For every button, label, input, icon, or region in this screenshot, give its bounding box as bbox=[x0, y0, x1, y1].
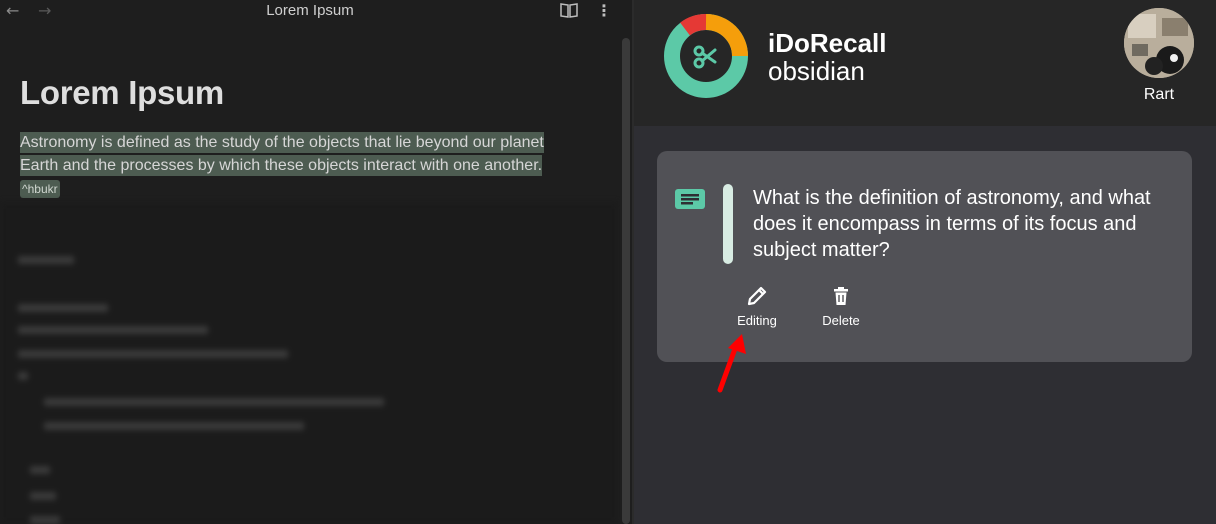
code-line bbox=[44, 422, 304, 430]
more-options-icon[interactable]: ⋮ bbox=[596, 1, 612, 20]
app-subtitle: obsidian bbox=[768, 56, 865, 86]
tab-title: Lorem Ipsum bbox=[266, 2, 354, 19]
edit-label: Editing bbox=[737, 313, 777, 328]
note-heading: Lorem Ipsum bbox=[20, 74, 224, 111]
edit-button[interactable]: Editing bbox=[717, 285, 797, 328]
code-line bbox=[30, 516, 60, 524]
code-line bbox=[18, 372, 28, 380]
delete-label: Delete bbox=[822, 313, 860, 328]
block-id-tag: ^hbukr bbox=[20, 180, 60, 198]
user-name: Rart bbox=[1143, 86, 1175, 103]
highlighted-text-line-2: Earth and the processes by which these o… bbox=[20, 155, 543, 176]
note-paragraph: Astronomy is defined as the study of the… bbox=[20, 131, 580, 200]
code-line bbox=[30, 492, 56, 500]
idorecall-pane: iDoRecall obsidian Rart What is the defi… bbox=[634, 0, 1216, 524]
plugin-header: iDoRecall obsidian Rart bbox=[634, 0, 1216, 126]
code-line bbox=[18, 326, 208, 334]
code-line bbox=[18, 256, 74, 264]
app-name: iDoRecall bbox=[768, 28, 887, 58]
highlighted-text-line-1: Astronomy is defined as the study of the… bbox=[20, 132, 544, 153]
delete-button[interactable]: Delete bbox=[801, 285, 881, 328]
red-arrow-annotation-icon bbox=[717, 334, 746, 393]
pencil-icon bbox=[747, 286, 767, 306]
trash-icon bbox=[834, 287, 848, 305]
idorecall-logo-icon bbox=[664, 14, 748, 98]
card-accent-bar bbox=[723, 184, 733, 264]
card-question: What is the definition of astronomy, and… bbox=[753, 187, 1151, 261]
blurred-code-block bbox=[0, 202, 618, 524]
note-card-icon bbox=[675, 189, 705, 209]
code-line bbox=[30, 466, 50, 474]
code-line bbox=[44, 398, 384, 406]
editor-tab-bar: ← → Lorem Ipsum ⋮ bbox=[0, 0, 632, 24]
user-avatar[interactable] bbox=[1124, 8, 1194, 78]
code-line bbox=[18, 304, 108, 312]
book-open-icon[interactable] bbox=[560, 2, 578, 18]
scrollbar[interactable] bbox=[622, 38, 630, 524]
editor-pane: ← → Lorem Ipsum ⋮ Lorem Ipsum Astronomy … bbox=[0, 0, 632, 524]
avatar-image bbox=[1124, 8, 1194, 78]
code-line bbox=[18, 350, 288, 358]
